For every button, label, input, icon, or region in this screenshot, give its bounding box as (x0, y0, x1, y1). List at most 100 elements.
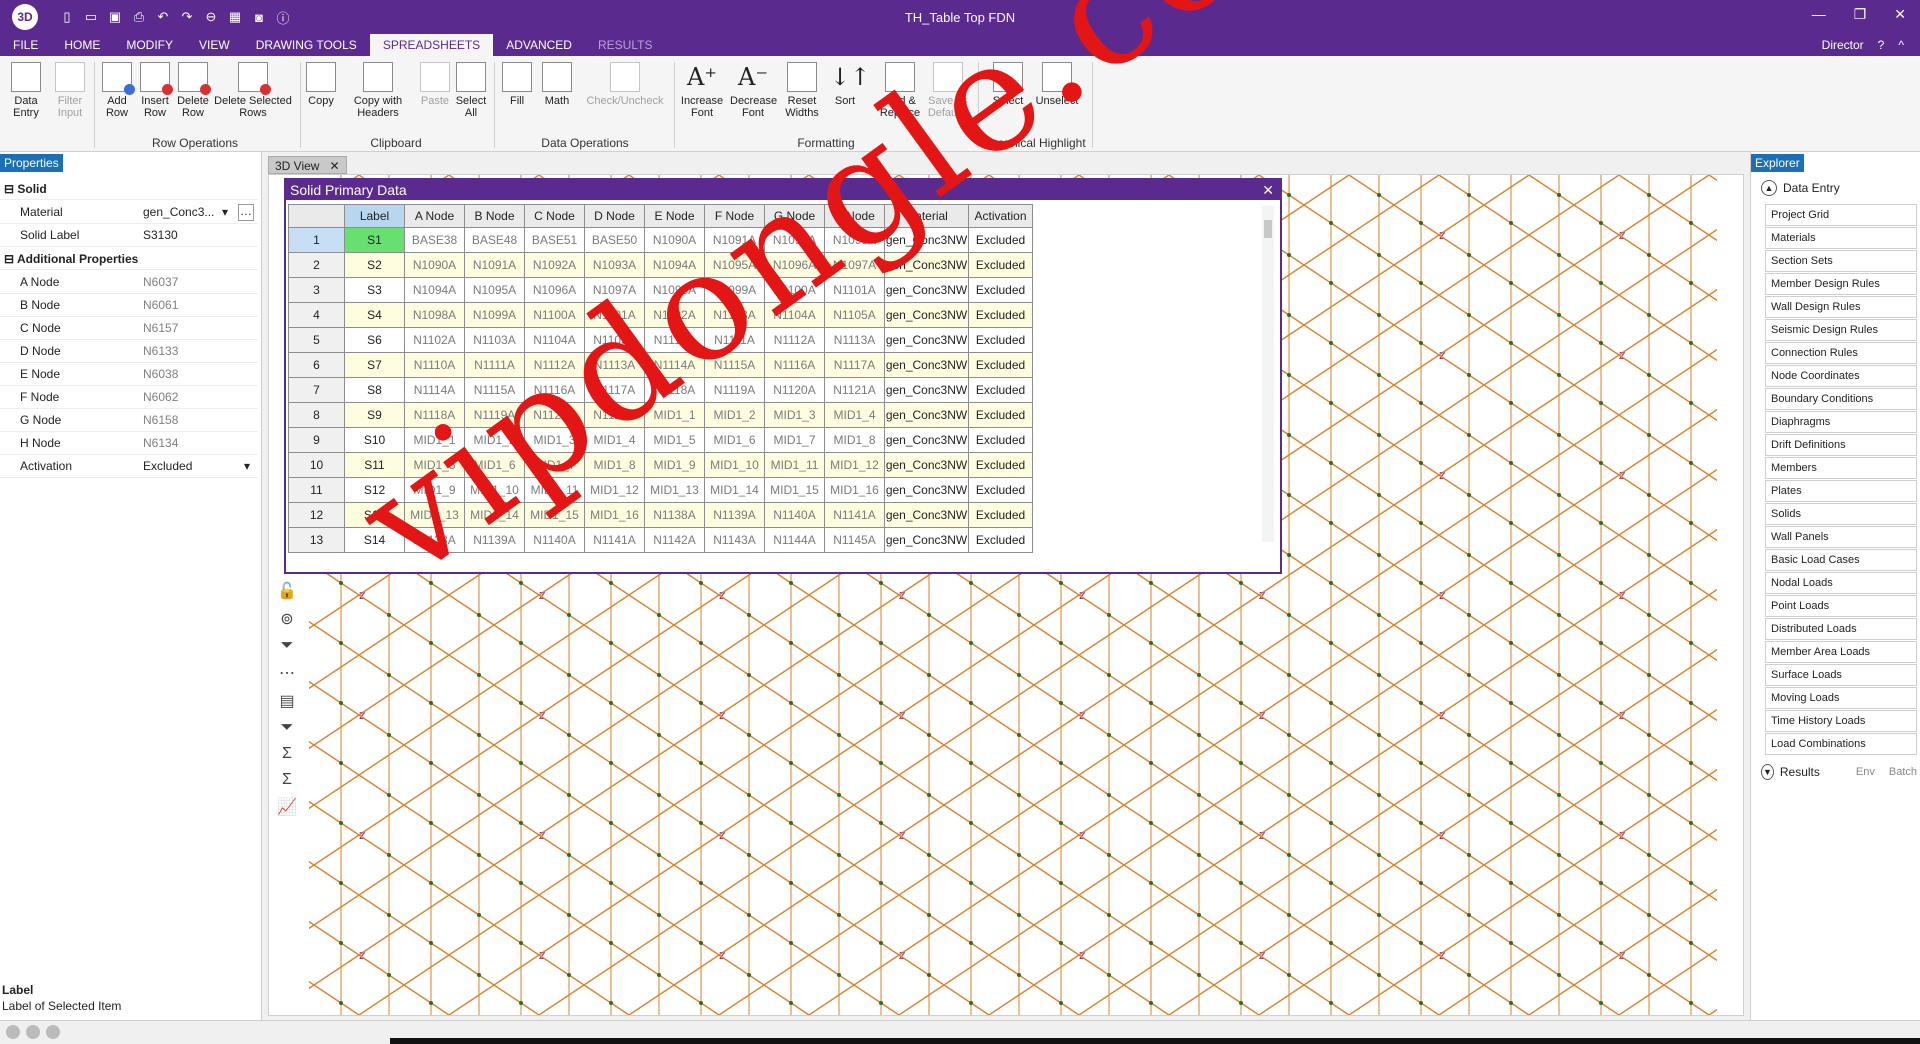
table-row[interactable]: 3 S3 N1094A N1095A N1096A N1097A N1098A N1099A N… (288, 277, 1033, 303)
tab-drawing-tools[interactable]: DRAWING TOOLS (243, 34, 370, 56)
table-cell[interactable]: gen_Conc3NW (884, 477, 969, 503)
table-cell[interactable]: N1115A (704, 352, 765, 378)
column-header[interactable]: B Node (464, 204, 525, 228)
tab-3d-view[interactable]: 3D View ✕ (268, 156, 347, 174)
table-row[interactable]: 5 S6 N1102A N1103A N1104A N1105A N1110A N1111A N… (288, 327, 1033, 353)
row-number[interactable]: 11 (288, 477, 345, 503)
vertical-scrollbar[interactable] (1262, 206, 1274, 542)
print-icon[interactable]: ⎙ (130, 8, 148, 26)
fill-button[interactable]: Fill (500, 62, 534, 107)
table-cell[interactable]: Excluded (968, 427, 1033, 453)
table-cell[interactable]: BASE48 (464, 227, 525, 253)
table-cell[interactable]: N1115A (464, 377, 525, 403)
tab-home[interactable]: HOME (51, 34, 113, 56)
save-view-icon[interactable]: ▤ (279, 691, 294, 711)
column-header[interactable]: E Node (644, 204, 705, 228)
table-cell[interactable]: S12 (344, 477, 405, 503)
explorer-item[interactable]: Surface Loads (1765, 664, 1917, 686)
explorer-item[interactable]: Connection Rules (1765, 342, 1917, 364)
filter-icon[interactable]: ⏷ (281, 637, 294, 655)
row-number[interactable]: 9 (288, 427, 345, 453)
table-cell[interactable]: S2 (344, 252, 405, 278)
table-cell[interactable]: N1118A (644, 377, 705, 403)
corner-cell[interactable] (288, 204, 345, 228)
properties-tab[interactable]: Properties (0, 154, 63, 172)
table-cell[interactable]: N1139A (704, 502, 765, 528)
row-number[interactable]: 10 (288, 452, 345, 478)
table-cell[interactable]: S10 (344, 427, 405, 453)
table-cell[interactable]: MID1_2 (704, 402, 765, 428)
grid-icon[interactable]: ▦ (226, 8, 244, 26)
table-cell[interactable]: MID1_5 (644, 427, 705, 453)
table-cell[interactable]: MID1_8 (824, 427, 885, 453)
collapse-ribbon-icon[interactable]: ^ (1898, 34, 1904, 56)
table-cell[interactable]: N1111A (464, 352, 525, 378)
table-cell[interactable]: BASE38 (404, 227, 465, 253)
table-cell[interactable]: gen_Conc3NW (884, 302, 969, 328)
table-cell[interactable]: MID1_14 (464, 502, 525, 528)
table-cell[interactable]: Excluded (968, 302, 1033, 328)
table-cell[interactable]: N1104A (524, 327, 585, 353)
table-cell[interactable]: N1113A (584, 352, 645, 378)
table-cell[interactable]: N1100A (764, 277, 825, 303)
chevron-down-icon[interactable]: ▾ (222, 201, 228, 224)
math-button[interactable]: Math (540, 62, 574, 107)
copy-with-headers-button[interactable]: Copy with Headers (342, 62, 414, 119)
sum-detail-icon[interactable]: Σ (282, 771, 292, 789)
filter-clear-icon[interactable]: ⏷ (281, 719, 294, 737)
reset-widths-button[interactable]: Reset Widths (780, 62, 824, 119)
explorer-item[interactable]: Point Loads (1765, 595, 1917, 617)
table-cell[interactable]: Excluded (968, 277, 1033, 303)
column-header[interactable]: F Node (704, 204, 765, 228)
table-cell[interactable]: MID1_2 (464, 427, 525, 453)
table-cell[interactable]: S8 (344, 377, 405, 403)
env-toggle[interactable]: Env (1856, 766, 1875, 778)
row-number[interactable]: 3 (288, 277, 345, 303)
info-icon[interactable]: ⓘ (274, 8, 292, 26)
table-cell[interactable]: Excluded (968, 227, 1033, 253)
table-cell[interactable]: N1112A (524, 352, 585, 378)
table-cell[interactable]: N1099A (704, 277, 765, 303)
row-number[interactable]: 6 (288, 352, 345, 378)
table-cell[interactable]: MID1_4 (824, 402, 885, 428)
row-number[interactable]: 4 (288, 302, 345, 328)
table-cell[interactable]: N1091A (464, 252, 525, 278)
table-cell[interactable]: MID1_10 (464, 477, 525, 503)
table-cell[interactable]: N1099A (464, 302, 525, 328)
table-cell[interactable]: S9 (344, 402, 405, 428)
chart-icon[interactable]: 📈 (277, 797, 297, 817)
table-row[interactable]: 7 S8 N1114A N1115A N1116A N1117A N1118A N1119A N… (288, 377, 1033, 403)
unselect-button[interactable]: Unselect (1032, 62, 1082, 107)
add-row-button[interactable]: Add Row (100, 62, 135, 119)
table-cell[interactable]: S11 (344, 452, 405, 478)
check-uncheck-button[interactable]: Check/Uncheck (580, 62, 670, 107)
table-row[interactable]: 10 S11 MID1_5 MID1_6 MID1_7 MID1_8 MID1_9 MID1_… (288, 452, 1033, 478)
increase-font-button[interactable]: A⁺ Increase Font (680, 62, 724, 119)
save-icon[interactable]: ▣ (106, 8, 124, 26)
new-file-icon[interactable]: ▯ (58, 8, 76, 26)
row-number[interactable]: 12 (288, 502, 345, 528)
table-cell[interactable]: gen_Conc3NW (884, 327, 969, 353)
table-cell[interactable]: MID1_1 (644, 402, 705, 428)
table-cell[interactable]: Excluded (968, 377, 1033, 403)
paste-button[interactable]: Paste (418, 62, 452, 107)
section-additional-properties[interactable]: ⊟ Additional Properties (0, 248, 258, 270)
table-cell[interactable]: Excluded (968, 252, 1033, 278)
table-cell[interactable]: N1113A (824, 327, 885, 353)
table-cell[interactable]: gen_Conc3NW (884, 377, 969, 403)
row-number[interactable]: 5 (288, 327, 345, 353)
results-header[interactable]: ▼ Results Env Batch (1761, 764, 1917, 780)
table-cell[interactable]: N1120A (764, 377, 825, 403)
table-cell[interactable]: N1114A (644, 352, 705, 378)
table-cell[interactable]: MID1_13 (644, 477, 705, 503)
tab-spreadsheets[interactable]: SPREADSHEETS (369, 34, 494, 56)
explorer-item[interactable]: Nodal Loads (1765, 572, 1917, 594)
table-cell[interactable]: MID1_12 (824, 452, 885, 478)
table-cell[interactable]: BASE50 (584, 227, 645, 253)
table-cell[interactable]: N1094A (644, 252, 705, 278)
table-cell[interactable]: MID1_14 (704, 477, 765, 503)
table-cell[interactable]: Excluded (968, 477, 1033, 503)
column-header[interactable]: A Node (404, 204, 465, 228)
explorer-item[interactable]: Basic Load Cases (1765, 549, 1917, 571)
table-cell[interactable]: MID1_10 (704, 452, 765, 478)
